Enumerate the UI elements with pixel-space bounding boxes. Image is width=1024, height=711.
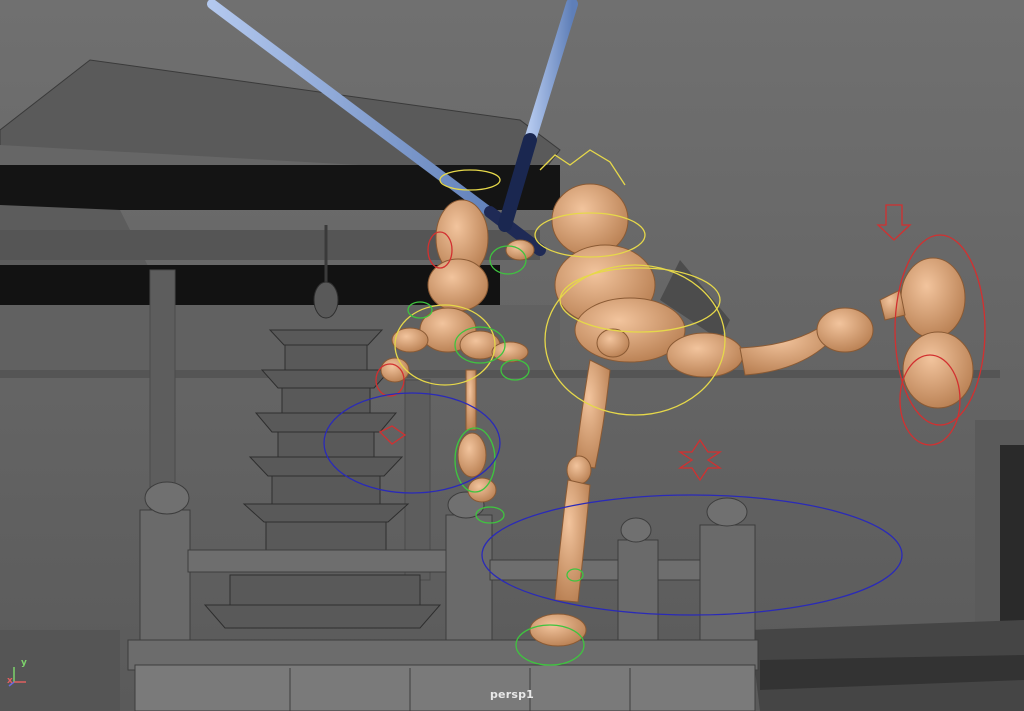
camera-name-label: persp1 [489, 688, 535, 701]
3d-viewport[interactable]: y x persp1 [0, 0, 1024, 711]
axis-y-label: y [21, 658, 27, 668]
axis-x-label: x [7, 676, 13, 686]
scene-canvas[interactable] [0, 0, 1024, 711]
